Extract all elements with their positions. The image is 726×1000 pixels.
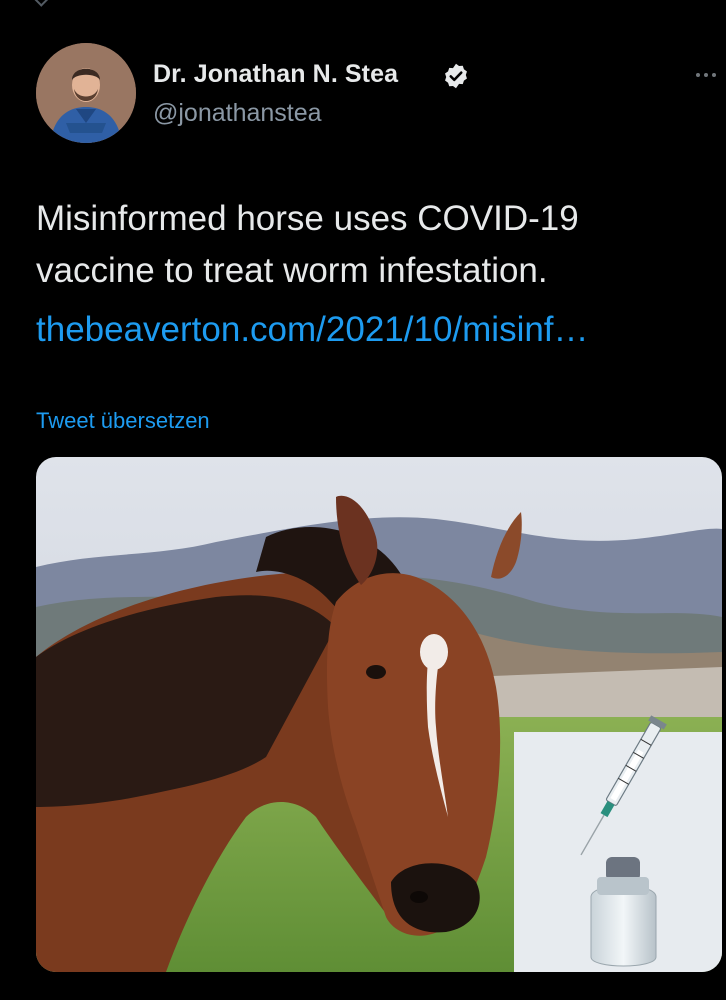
ellipsis-icon bbox=[712, 73, 716, 77]
article-link[interactable]: thebeaverton.com/2021/10/misinf… bbox=[36, 310, 589, 350]
translate-tweet-link[interactable]: Tweet übersetzen bbox=[36, 408, 210, 434]
verified-badge-icon bbox=[445, 63, 467, 89]
ellipsis-icon bbox=[696, 73, 700, 77]
tweet-media-image[interactable] bbox=[36, 457, 722, 972]
tweet-text: Misinformed horse uses COVID-19 vaccine … bbox=[36, 193, 696, 297]
ellipsis-icon bbox=[704, 73, 708, 77]
tweet-text-line: Misinformed horse uses COVID-19 bbox=[36, 199, 579, 238]
more-options-button[interactable] bbox=[688, 64, 724, 86]
author-handle[interactable]: @jonathanstea bbox=[153, 99, 322, 128]
avatar[interactable] bbox=[36, 43, 136, 143]
avatar-photo bbox=[36, 43, 136, 143]
author-display-name[interactable]: Dr. Jonathan N. Stea bbox=[153, 60, 398, 89]
back-chevron-icon[interactable] bbox=[34, 0, 50, 7]
tweet-text-line: vaccine to treat worm infestation. bbox=[36, 251, 548, 290]
horse-vaccine-photo bbox=[36, 457, 722, 972]
